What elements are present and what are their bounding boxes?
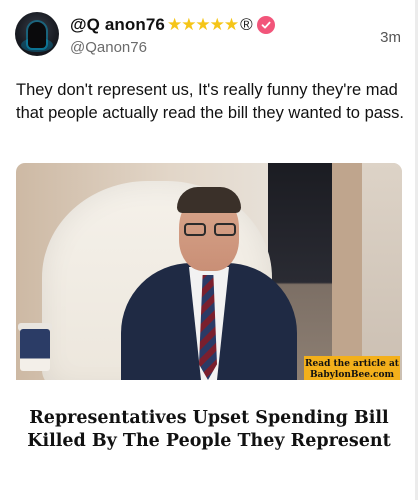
registered-mark: ®: [240, 15, 253, 34]
glasses: [184, 223, 236, 237]
link-card[interactable]: Read the article at BabylonBee.com Repre…: [16, 163, 402, 478]
post-timestamp: 3m: [380, 29, 401, 46]
tag-line-2: BabylonBee.com: [309, 370, 395, 380]
article-image[interactable]: Read the article at BabylonBee.com: [16, 163, 402, 380]
hair: [177, 187, 241, 213]
verified-badge-icon: [256, 16, 275, 34]
tag-line-1: Read the article at: [305, 359, 399, 369]
article-headline[interactable]: Representatives Upset Spending Bill Kill…: [16, 407, 402, 453]
post-text: They don't represent us, It's really fun…: [16, 81, 404, 122]
name-row: @Q anon76 ★★★★★ ®: [70, 13, 275, 37]
post: @Q anon76 ★★★★★ ® @Qanon76 3m They don't…: [0, 0, 418, 500]
stars-rating: ★★★★★: [166, 15, 239, 34]
avatar-figure: [28, 22, 46, 48]
coffee-cup: [20, 329, 50, 371]
read-article-tag[interactable]: Read the article at BabylonBee.com: [304, 356, 400, 380]
display-name[interactable]: @Q anon76: [70, 15, 165, 35]
avatar[interactable]: [15, 12, 59, 56]
user-handle[interactable]: @Qanon76: [70, 39, 147, 56]
